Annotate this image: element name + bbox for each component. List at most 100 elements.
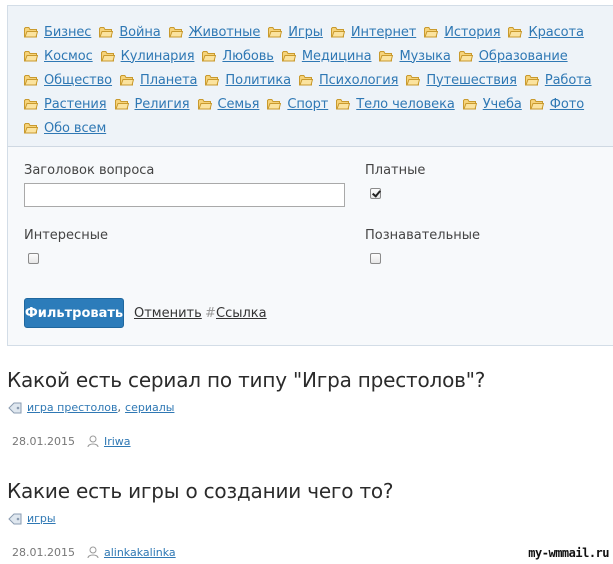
question-meta: 28.01.2015 alinkakalinka [12,546,176,559]
category-link[interactable]: Образование [458,44,568,68]
title-input[interactable] [24,183,345,207]
filter-button[interactable]: Фильтровать [24,298,124,328]
category-link[interactable]: Обо всем [24,116,106,140]
category-label: Война [119,24,161,40]
folder-icon [24,123,38,134]
cancel-link[interactable]: Отменить [134,306,202,321]
category-link[interactable]: Бизнес [24,20,91,44]
question-date: 28.01.2015 [12,435,75,448]
folder-icon [114,99,129,110]
folder-icon [458,51,473,62]
question-title[interactable]: Какой есть сериал по типу "Игра престоло… [7,368,485,392]
category-label: Семья [217,96,260,112]
hash-icon: # [205,306,216,321]
interesting-checkbox[interactable] [28,253,39,264]
tag-icon [8,402,22,413]
folder-icon [379,51,394,62]
paid-checkbox[interactable] [370,188,381,199]
folder-icon [508,27,523,38]
category-link[interactable]: Общество [24,68,112,92]
category-link[interactable]: Фото [529,92,585,116]
title-label: Заголовок вопроса [24,163,155,178]
category-link[interactable]: Религия [114,92,190,116]
category-label: Игры [288,24,323,40]
folder-icon [524,75,539,86]
category-link[interactable]: Психология [298,68,399,92]
tag-link[interactable]: сериалы [125,401,174,414]
category-label: Красота [528,24,584,40]
folder-icon [406,75,421,86]
category-label: Религия [134,96,190,112]
category-link[interactable]: Планета [120,68,198,92]
folder-icon [99,27,114,38]
category-label: Растения [44,96,107,112]
category-link[interactable]: Война [99,20,161,44]
category-link[interactable]: Любовь [202,44,274,68]
category-label: Интернет [350,24,417,40]
category-link[interactable]: Медицина [281,44,372,68]
category-link[interactable]: Музыка [379,44,451,68]
question-tags: игра престолов, сериалы [8,401,174,414]
folder-icon [298,75,313,86]
paid-label: Платные [365,163,426,178]
category-link[interactable]: История [424,20,501,44]
category-label: Учеба [482,96,522,112]
category-label: Кулинария [120,48,195,64]
folder-icon [462,99,477,110]
author-link[interactable]: alinkakalinka [104,546,176,559]
permalink[interactable]: Ссылка [216,306,267,321]
category-link[interactable]: Космос [24,44,93,68]
folder-icon [24,27,38,38]
filter-panel: Заголовок вопроса Платные Интересные Поз… [7,146,613,346]
educational-checkbox[interactable] [370,253,381,264]
tag-link[interactable]: игра престолов [27,401,118,414]
category-label: Бизнес [44,24,92,40]
category-label: Психология [318,72,399,88]
category-label: Работа [544,72,592,88]
folder-icon [529,99,544,110]
folder-icon [24,51,38,62]
folder-icon [205,75,220,86]
category-link[interactable]: Животные [168,20,261,44]
category-link[interactable]: Красота [508,20,584,44]
category-link[interactable]: Интернет [330,20,417,44]
folder-icon [100,51,115,62]
category-link[interactable]: Политика [205,68,291,92]
tag-link[interactable]: игры [27,512,56,525]
category-link[interactable]: Растения [24,92,107,116]
category-link[interactable]: Спорт [267,92,328,116]
folder-icon [24,75,38,86]
category-label: Политика [225,72,291,88]
question-title[interactable]: Какие есть игры о создании чего то? [7,479,394,503]
category-list: Бизнес Война Животные Игры Интернет История Кр… [24,20,613,140]
category-label: Образование [478,48,568,64]
category-label: Путешествия [426,72,517,88]
category-label: Спорт [287,96,329,112]
category-panel: Бизнес Война Животные Игры Интернет История Кр… [7,5,613,146]
category-label: Обо всем [44,120,107,136]
folder-icon [267,99,282,110]
folder-icon [168,27,183,38]
category-label: Космос [44,48,93,64]
category-link[interactable]: Путешествия [406,68,517,92]
category-label: Фото [549,96,585,112]
category-link[interactable]: Игры [268,20,323,44]
category-label: Тело человека [356,96,455,112]
folder-icon [202,51,217,62]
user-icon [87,546,99,559]
category-link[interactable]: Учеба [462,92,522,116]
folder-icon [424,27,439,38]
category-label: Животные [188,24,261,40]
category-link[interactable]: Работа [524,68,592,92]
category-link[interactable]: Тело человека [336,92,455,116]
category-label: Музыка [399,48,451,64]
category-link[interactable]: Кулинария [100,44,195,68]
folder-icon [330,27,345,38]
folder-icon [268,27,283,38]
user-icon [87,435,99,448]
author-link[interactable]: Iriwa [104,435,131,448]
tag-icon [8,513,22,524]
category-link[interactable]: Семья [197,92,260,116]
category-label: Любовь [222,48,274,64]
folder-icon [336,99,351,110]
